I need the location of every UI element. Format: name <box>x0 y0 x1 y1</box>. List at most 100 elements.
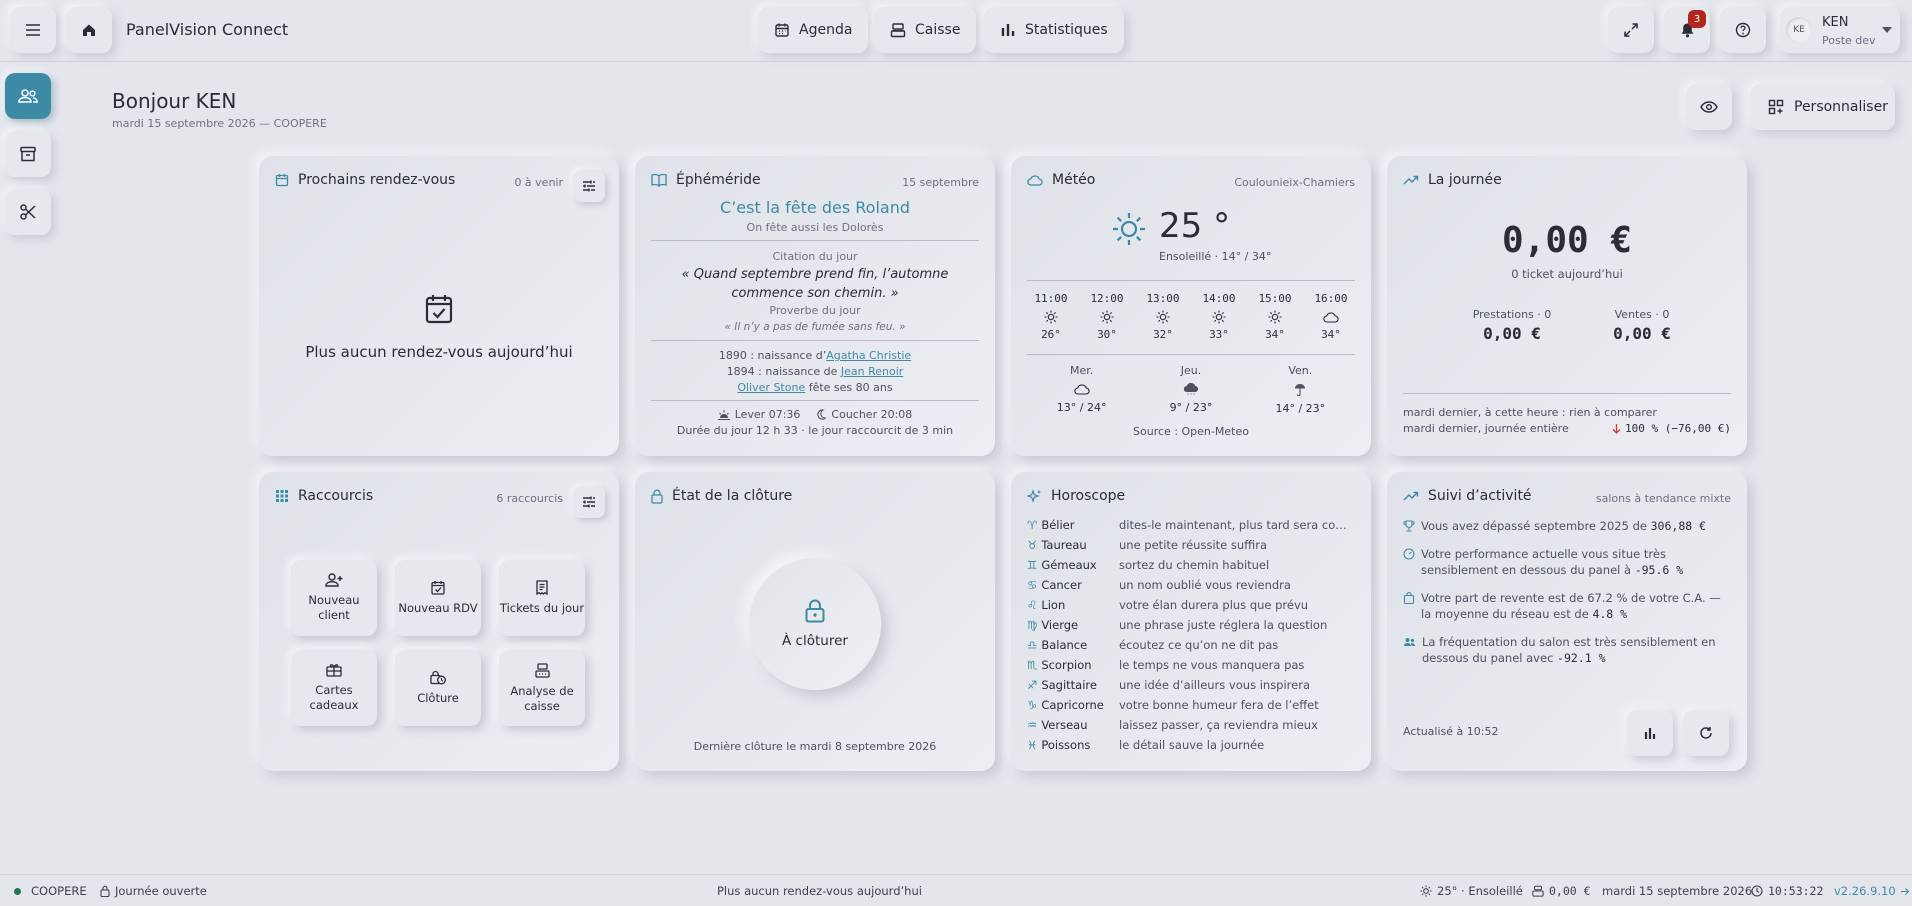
rail-clients[interactable] <box>5 73 51 119</box>
weather-location: Coulounieix-Chamiers <box>1234 176 1355 189</box>
footer-till: 0,00 € <box>1532 884 1591 898</box>
shortcut-register-analysis[interactable]: Analyse de caisse <box>499 650 585 726</box>
nav-agenda[interactable]: Agenda <box>758 7 869 53</box>
shortcut-closing[interactable]: Clôture <box>395 650 481 726</box>
user-name: KEN <box>1822 15 1849 30</box>
footer-version-link[interactable]: v2.26.9.10 <box>1834 884 1910 898</box>
ephemeris-card: Éphéméride 15 septembre C’est la fête de… <box>635 156 995 456</box>
closing-status: À clôturer <box>782 633 848 649</box>
activity-card: Suivi d’activité salons à tendance mixte… <box>1387 472 1747 771</box>
cloud-icon <box>1027 174 1043 186</box>
horoscope-row: ♒ Verseau laissez passer, ça reviendra mie… <box>1027 718 1318 732</box>
user-menu[interactable]: KE KEN Poste dev <box>1780 7 1900 53</box>
closing-header: État de la clôture <box>651 488 792 504</box>
calendar-check-icon <box>425 295 453 324</box>
nav-caisse[interactable]: Caisse <box>874 7 977 53</box>
birthday-link[interactable]: Oliver Stone <box>737 381 805 394</box>
weather-source: Source : Open-Meteo <box>1133 425 1249 438</box>
tune-icon <box>583 180 595 192</box>
cash-register-icon <box>1532 885 1544 897</box>
bar-chart-icon <box>1644 728 1656 739</box>
shortcut-new-appointment[interactable]: Nouveau RDV <box>395 560 481 636</box>
trending-up-icon <box>1403 491 1419 501</box>
weather-title: Météo <box>1052 172 1096 188</box>
closing-title: État de la clôture <box>672 488 793 504</box>
book-icon <box>651 173 667 187</box>
close-register-button[interactable]: À clôturer <box>749 558 881 690</box>
help-button[interactable] <box>1720 7 1766 53</box>
expand-icon <box>1624 23 1638 37</box>
horoscope-row: ♑ Capricorne votre bonne humeur fera de l’… <box>1027 698 1319 712</box>
birthday-line: Oliver Stone fête ses 80 ans <box>635 381 995 394</box>
personalize-button[interactable]: Personnaliser <box>1750 84 1895 130</box>
last-closing: Dernière clôture le mardi 8 septembre 20… <box>693 740 937 753</box>
hour-forecast: 12:00 30° <box>1090 292 1124 341</box>
eye-icon <box>1700 101 1718 113</box>
appointments-settings-button[interactable] <box>573 170 605 202</box>
horoscope-row: ♏ Scorpion le temps ne vous manquera pas <box>1027 658 1305 672</box>
shortcuts-settings-button[interactable] <box>573 486 605 518</box>
shortcut-gift-cards[interactable]: Cartes cadeaux <box>291 650 377 726</box>
people-icon <box>1404 638 1415 646</box>
divider <box>1403 393 1731 394</box>
avatar: KE <box>1786 17 1812 43</box>
menu-button[interactable] <box>10 7 56 53</box>
activity-item: Vous avez dépassé septembre 2025 de 306,… <box>1403 518 1733 534</box>
closing-card: État de la clôture À clôturer Dernière c… <box>635 472 995 771</box>
footer-day-state: Journée ouverte <box>100 884 207 898</box>
sun-times: Lever 07:36 Coucher 20:08 <box>635 408 995 421</box>
birth-line-1: 1890 : naissance d’Agatha Christie <box>635 349 995 362</box>
page-title: Bonjour KEN <box>112 89 237 113</box>
shortcut-day-tickets[interactable]: Tickets du jour <box>499 560 585 636</box>
activity-refresh-button[interactable] <box>1683 710 1729 756</box>
cash-register-icon <box>890 23 906 38</box>
appointments-card: Prochains rendez-vous 0 à venir Plus auc… <box>259 156 619 456</box>
day-forecast: Mer. 13° / 24° <box>1056 364 1107 414</box>
divider <box>1027 354 1355 355</box>
nav-caisse-label: Caisse <box>915 22 961 38</box>
rain-cloud-icon <box>1183 383 1199 395</box>
trophy-icon <box>1403 520 1415 532</box>
weather-header: Météo <box>1027 172 1095 188</box>
birthday-suffix: fête ses 80 ans <box>805 381 893 394</box>
activity-item: Votre performance actuelle vous situe tr… <box>1403 546 1733 578</box>
trending-up-icon <box>1403 175 1419 185</box>
hour-forecast: 13:00 32° <box>1146 292 1180 341</box>
shortcuts-count: 6 raccourcis <box>496 492 563 505</box>
day-total: 0,00 € <box>1501 220 1633 261</box>
birth-2-link[interactable]: Jean Renoir <box>841 365 903 378</box>
activity-item: La fréquentation du salon est très sensi… <box>1403 634 1733 666</box>
horoscope-row: ♓ Poissons le détail sauve la journée <box>1027 738 1265 752</box>
activity-title: Suivi d’activité <box>1428 488 1532 504</box>
dashboard-customize-icon <box>1768 99 1784 115</box>
rail-services[interactable] <box>5 189 51 235</box>
calendar-icon <box>775 23 789 37</box>
quote-of-day: « Quand septembre prend fin, l’automne c… <box>681 267 949 301</box>
weather-card: Météo Coulounieix-Chamiers 25 ° Ensoleil… <box>1011 156 1371 456</box>
shortcut-new-client[interactable]: Nouveau client <box>291 560 377 636</box>
day-forecast: Ven. 14° / 23° <box>1275 364 1326 415</box>
weather-temperature: 25 ° <box>1159 206 1231 246</box>
calendar-icon <box>275 174 289 187</box>
lock-open-icon <box>805 599 825 623</box>
home-button[interactable] <box>66 7 112 53</box>
birth-1-link[interactable]: Agatha Christie <box>826 349 911 362</box>
horoscope-title: Horoscope <box>1051 488 1126 504</box>
weather-summary: Ensoleillé · 14° / 34° <box>1159 250 1272 263</box>
bar-chart-icon <box>1001 24 1015 36</box>
compare-full-day: 100 % (−76,00 €) <box>1612 422 1731 435</box>
notifications-button[interactable]: 3 <box>1664 7 1710 53</box>
divider <box>651 240 979 241</box>
rail-archive[interactable] <box>5 131 51 177</box>
fullscreen-button[interactable] <box>1608 7 1654 53</box>
compare-full-day-value: 100 % (−76,00 €) <box>1625 422 1731 435</box>
sun-icon <box>1100 310 1114 324</box>
gauge-icon <box>1403 548 1415 560</box>
visibility-button[interactable] <box>1686 84 1732 130</box>
people-icon <box>18 89 38 103</box>
footer-salon: COOPERE <box>14 884 87 898</box>
activity-stats-button[interactable] <box>1627 710 1673 756</box>
horoscope-row: ♍ Vierge une phrase juste réglera la quest… <box>1027 618 1328 632</box>
nav-statistiques[interactable]: Statistiques <box>984 7 1124 53</box>
quote-label: Citation du jour <box>772 250 858 263</box>
